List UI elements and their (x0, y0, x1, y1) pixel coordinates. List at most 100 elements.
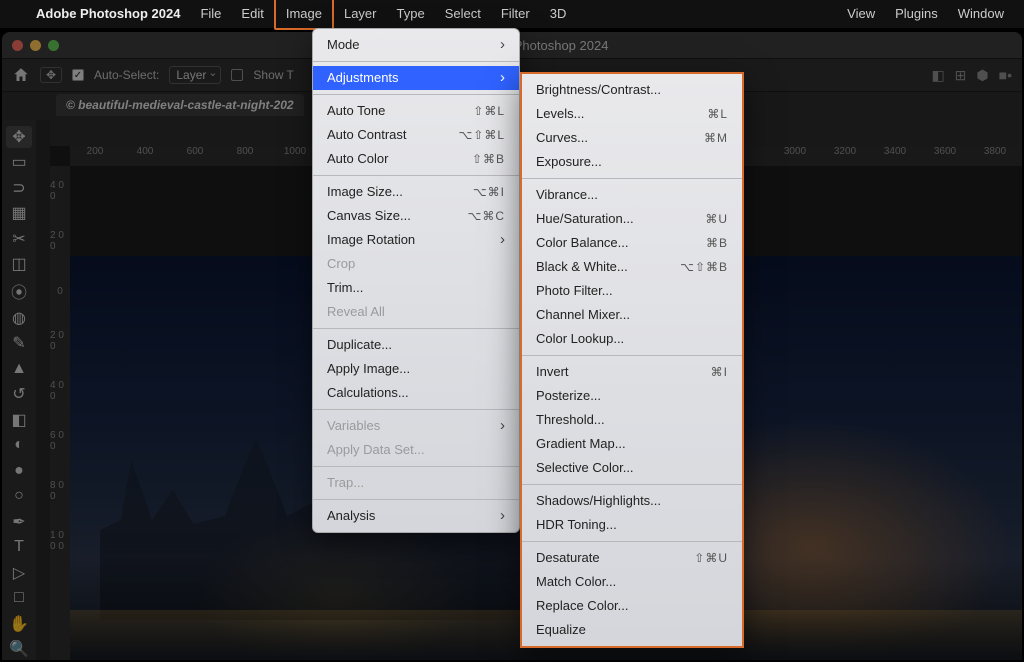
adjustments-menu-item[interactable]: Replace Color... (522, 594, 742, 618)
menu-item-shortcut: ⌘B (706, 234, 728, 252)
gradient-tool[interactable]: ◐ (6, 435, 32, 457)
zoom-tool[interactable]: 🔍 (6, 639, 32, 661)
adjustments-menu-item[interactable]: Hue/Saturation...⌘U (522, 207, 742, 231)
menu-window[interactable]: Window (948, 0, 1014, 28)
show-transform-checkbox[interactable] (231, 69, 243, 81)
adjustments-menu-item[interactable]: Match Color... (522, 570, 742, 594)
menu-item-label: Posterize... (536, 387, 601, 405)
ruler-tick: 2 0 0 (50, 316, 70, 366)
dodge-tool[interactable]: ○ (6, 486, 32, 508)
menu-select[interactable]: Select (435, 0, 491, 28)
hand-tool[interactable]: ✋ (6, 613, 32, 635)
camera-icon[interactable]: ■• (999, 67, 1012, 84)
distribute-icon[interactable]: ⊞ (955, 67, 967, 84)
eraser-tool[interactable]: ◧ (6, 409, 32, 431)
zoom-window-button[interactable] (48, 40, 59, 51)
menu-plugins[interactable]: Plugins (885, 0, 948, 28)
adjustments-menu-item[interactable]: Selective Color... (522, 456, 742, 480)
adjustments-menu-item[interactable]: Black & White...⌥⇧⌘B (522, 255, 742, 279)
lasso-tool[interactable]: ⊃ (6, 177, 32, 199)
menu-separator (522, 541, 742, 542)
adjustments-menu-item[interactable]: Channel Mixer... (522, 303, 742, 327)
pen-tool[interactable]: ✒ (6, 511, 32, 533)
history-brush-tool[interactable]: ↺ (6, 384, 32, 406)
menu-item-label: Gradient Map... (536, 435, 626, 453)
adjustments-menu-item[interactable]: Posterize... (522, 384, 742, 408)
eyedropper-tool[interactable]: ⦿ (6, 279, 32, 303)
3d-mode-icon[interactable]: ⬢ (976, 67, 988, 84)
image-menu-item[interactable]: Auto Contrast⌥⇧⌘L (313, 123, 519, 147)
menu-item-label: Color Lookup... (536, 330, 624, 348)
adjustments-menu-item[interactable]: Desaturate⇧⌘U (522, 546, 742, 570)
move-tool-picker[interactable]: ✥ (40, 67, 62, 83)
adjustments-menu-item[interactable]: Gradient Map... (522, 432, 742, 456)
image-menu-item[interactable]: Trim... (313, 276, 519, 300)
healing-tool[interactable]: ◍ (6, 307, 32, 329)
ruler-vertical[interactable]: 4 0 02 0 002 0 04 0 06 0 08 0 01 0 0 0 (50, 166, 70, 660)
adjustments-menu-item[interactable]: Color Lookup... (522, 327, 742, 351)
adjustments-menu-item[interactable]: Exposure... (522, 150, 742, 174)
menu-item-label: Brightness/Contrast... (536, 81, 661, 99)
move-tool[interactable]: ✥ (6, 126, 32, 148)
align-icon[interactable]: ◧ (931, 67, 944, 84)
menu-item-label: Duplicate... (327, 336, 392, 354)
menu-item-shortcut: ⇧⌘B (472, 150, 505, 168)
object-select-tool[interactable]: ▦ (6, 203, 32, 225)
close-window-button[interactable] (12, 40, 23, 51)
adjustments-menu-item[interactable]: Invert⌘I (522, 360, 742, 384)
stamp-tool[interactable]: ▲ (6, 358, 32, 380)
image-menu-item[interactable]: Image Rotation (313, 228, 519, 252)
image-menu-item[interactable]: Duplicate... (313, 333, 519, 357)
marquee-tool[interactable]: ▭ (6, 152, 32, 174)
document-tab[interactable]: © beautiful-medieval-castle-at-night-202 (56, 94, 304, 116)
adjustments-menu-item[interactable]: Vibrance... (522, 183, 742, 207)
app-name[interactable]: Adobe Photoshop 2024 (26, 0, 190, 28)
type-tool[interactable]: T (6, 537, 32, 559)
menu-item-label: Exposure... (536, 153, 602, 171)
image-menu-item[interactable]: Apply Image... (313, 357, 519, 381)
ruler-tick: 3800 (970, 146, 1020, 157)
image-menu-item[interactable]: Analysis (313, 504, 519, 528)
adjustments-menu-item[interactable]: Threshold... (522, 408, 742, 432)
shape-tool[interactable]: □ (6, 588, 32, 610)
image-menu-item[interactable]: Auto Tone⇧⌘L (313, 99, 519, 123)
adjustments-menu-item[interactable]: Photo Filter... (522, 279, 742, 303)
brush-tool[interactable]: ✎ (6, 333, 32, 355)
adjustments-menu-item[interactable]: Color Balance...⌘B (522, 231, 742, 255)
image-menu-item[interactable]: Calculations... (313, 381, 519, 405)
image-menu-item[interactable]: Canvas Size...⌥⌘C (313, 204, 519, 228)
image-menu-item[interactable]: Image Size...⌥⌘I (313, 180, 519, 204)
adjustments-menu-item[interactable]: Brightness/Contrast... (522, 78, 742, 102)
adjustments-menu-item[interactable]: Curves...⌘M (522, 126, 742, 150)
ruler-tick: 0 (50, 266, 70, 316)
menu-separator (313, 466, 519, 467)
menu-3d[interactable]: 3D (540, 0, 577, 28)
auto-select-dropdown[interactable]: Layer (169, 66, 221, 84)
path-select-tool[interactable]: ▷ (6, 562, 32, 584)
menu-image[interactable]: Image (274, 0, 334, 30)
adjustments-menu-item[interactable]: Equalize (522, 618, 742, 642)
menu-type[interactable]: Type (387, 0, 435, 28)
image-menu-item[interactable]: Auto Color⇧⌘B (313, 147, 519, 171)
menu-item-shortcut: ⌥⌘I (473, 183, 505, 201)
minimize-window-button[interactable] (30, 40, 41, 51)
home-icon[interactable] (12, 66, 30, 84)
menu-filter[interactable]: Filter (491, 0, 540, 28)
menu-item-shortcut: ⌘M (704, 129, 728, 147)
image-menu-item[interactable]: Adjustments (313, 66, 519, 90)
image-menu-item[interactable]: Mode (313, 33, 519, 57)
auto-select-checkbox[interactable]: ✓ (72, 69, 84, 81)
adjustments-menu-item[interactable]: HDR Toning... (522, 513, 742, 537)
ruler-tick: 600 (170, 146, 220, 157)
menu-edit[interactable]: Edit (231, 0, 273, 28)
adjustments-menu-item[interactable]: Levels...⌘L (522, 102, 742, 126)
adjustments-menu-item[interactable]: Shadows/Highlights... (522, 489, 742, 513)
menu-item-label: Apply Data Set... (327, 441, 425, 459)
menu-item-label: Variables (327, 417, 380, 435)
blur-tool[interactable]: ● (6, 460, 32, 482)
menu-file[interactable]: File (190, 0, 231, 28)
menu-view[interactable]: View (837, 0, 885, 28)
frame-tool[interactable]: ◫ (6, 254, 32, 276)
menu-layer[interactable]: Layer (334, 0, 387, 28)
crop-tool[interactable]: ✂ (6, 228, 32, 250)
